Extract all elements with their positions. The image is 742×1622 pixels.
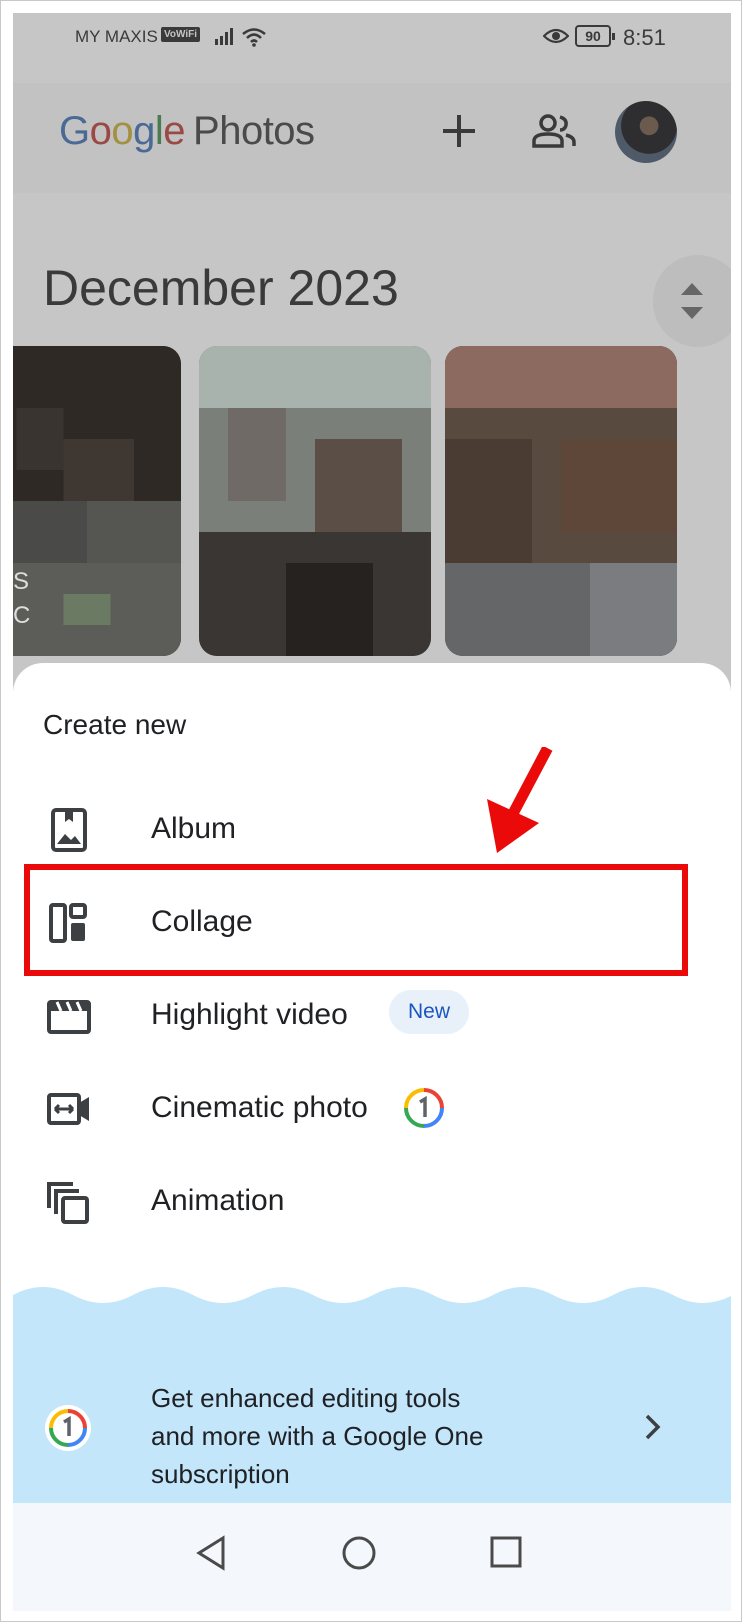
menu-item-animation[interactable]: Animation (13, 1156, 731, 1248)
sheet-title: Create new (43, 709, 187, 740)
album-icon (51, 808, 87, 852)
logo-letter-o: o (111, 109, 134, 153)
home-icon[interactable] (341, 1535, 377, 1571)
vowifi-badge: VoWiFi (161, 27, 201, 42)
google-one-icon (45, 1405, 91, 1451)
new-badge: New (389, 990, 469, 1034)
menu-item-cinematic-photo[interactable]: Cinematic photo (13, 1063, 731, 1155)
menu-item-album[interactable]: Album (13, 784, 731, 876)
back-icon[interactable] (195, 1535, 227, 1571)
scroll-arrows-icon (681, 283, 703, 319)
promo-text-line: subscription (151, 1459, 290, 1489)
menu-item-highlight-video[interactable]: Highlight video New (13, 970, 731, 1062)
promo-wave-decoration (13, 1287, 731, 1317)
photo-thumbnail[interactable] (199, 346, 431, 656)
menu-item-label: Album (151, 812, 237, 845)
menu-item-label: Cinematic photo (151, 1091, 368, 1124)
pixelated-photo (13, 346, 181, 656)
status-bar: MY MAXIS VoWiFi 90 8:51 (13, 13, 731, 61)
logo-letter-l: l (154, 109, 164, 153)
dimmed-photos-app: MY MAXIS VoWiFi 90 8:51 Google Photos De… (13, 13, 731, 713)
chevron-right-icon[interactable] (643, 1413, 663, 1441)
wifi-icon (242, 28, 266, 47)
menu-item-label: Animation (151, 1184, 285, 1217)
promo-text-line: Get enhanced editing tools (151, 1383, 461, 1413)
google-photos-logo: Google Photos (59, 109, 315, 154)
logo-letter-o: o (89, 109, 112, 153)
app-bar: Google Photos (13, 83, 731, 193)
movie-icon (47, 1000, 91, 1034)
create-new-sheet: Create new Album Collage Highlight video… (13, 663, 731, 1611)
cinematic-icon (47, 1093, 89, 1125)
avatar[interactable] (615, 101, 677, 163)
annotation-highlight-box (24, 864, 688, 976)
signal-icon (215, 28, 233, 45)
logo-letter-e: e (163, 109, 186, 153)
photo-thumbnail[interactable]: S C (13, 346, 181, 656)
phone-screen: MY MAXIS VoWiFi 90 8:51 Google Photos De… (13, 13, 731, 1611)
recents-icon[interactable] (489, 1535, 523, 1569)
battery-icon: 90 (575, 25, 615, 47)
logo-letter-g: G (59, 109, 90, 153)
thumbnail-edge-letter: S (13, 568, 30, 595)
month-heading: December 2023 (43, 260, 399, 316)
pixelated-photo (199, 346, 431, 656)
thumbnail-edge-letter: C (13, 602, 31, 629)
fast-scroll-handle[interactable] (653, 255, 731, 347)
promo-body: Get enhanced editing tools and more with… (13, 1313, 731, 1503)
clock: 8:51 (623, 25, 666, 50)
carrier-name: MY MAXIS (75, 27, 158, 46)
people-icon[interactable] (531, 113, 577, 149)
google-one-icon (404, 1088, 444, 1128)
google-one-promo[interactable]: Get enhanced editing tools and more with… (13, 1283, 731, 1503)
logo-letter-g: g (133, 109, 155, 153)
logo-product-name: Photos (193, 109, 315, 153)
promo-text-line: and more with a Google One (151, 1421, 484, 1451)
plus-icon[interactable] (441, 113, 477, 149)
screenshot-frame: MY MAXIS VoWiFi 90 8:51 Google Photos De… (0, 0, 742, 1622)
animation-icon (47, 1182, 89, 1224)
promo-text: Get enhanced editing tools and more with… (151, 1379, 551, 1493)
menu-item-label: Highlight video (151, 998, 348, 1031)
pixelated-photo (445, 346, 677, 656)
system-nav-bar (13, 1503, 731, 1611)
eye-icon (543, 28, 569, 44)
annotation-arrow-icon (487, 747, 553, 853)
photo-thumbnail[interactable] (445, 346, 677, 656)
